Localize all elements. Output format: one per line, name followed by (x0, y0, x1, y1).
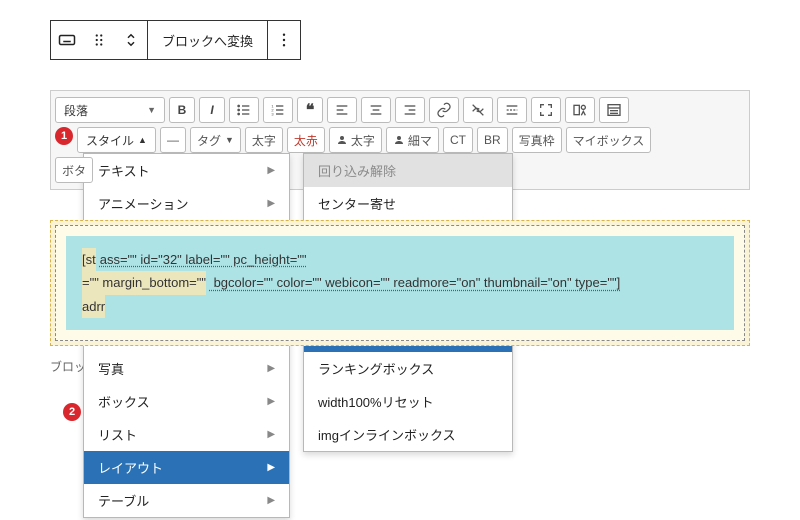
menu-item-list[interactable]: リスト▶ (84, 418, 289, 451)
block-toolbar: ブロックへ変換 (50, 20, 301, 60)
ordered-list-button[interactable]: 123 (263, 97, 293, 123)
menu-item-photo[interactable]: 写真▶ (84, 352, 289, 385)
bold-button[interactable]: B (169, 97, 195, 123)
move-up-down-icon[interactable] (115, 21, 147, 59)
photo-frame-button[interactable]: 写真枠 (512, 127, 562, 153)
chevron-right-icon: ▶ (267, 429, 275, 440)
blockquote-button[interactable]: ❝ (297, 97, 323, 123)
shortcode-prefix-3: adrr (82, 295, 105, 318)
paragraph-select[interactable]: 段落 ▼ (55, 97, 165, 123)
style-dropdown-button[interactable]: スタイル ▲ (77, 127, 156, 153)
toolbar-row-3: ボタ (55, 155, 745, 185)
caret-down-icon: ▼ (225, 135, 234, 145)
hr-button[interactable]: ― (160, 127, 186, 153)
ct-button[interactable]: CT (443, 127, 473, 153)
shortcode-prefix: [st (82, 248, 96, 271)
editor-toolbar: 段落 ▼ B I 123 ❝ 1 スタイル ▲ ― タグ ▼ 太字 太赤 太字 (50, 90, 750, 190)
tag-label: タグ (197, 132, 221, 149)
person-big-button[interactable]: 太字 (329, 127, 382, 153)
menu-item-animation[interactable]: アニメーション▶ (84, 187, 289, 220)
submenu-item-width100reset[interactable]: width100%リセット (304, 385, 512, 418)
special-character-button[interactable] (565, 97, 595, 123)
chevron-right-icon: ▶ (267, 396, 275, 407)
svg-text:3: 3 (271, 111, 274, 116)
chevron-right-icon: ▶ (267, 462, 275, 473)
toolbar-toggle-button[interactable] (599, 97, 629, 123)
unordered-list-button[interactable] (229, 97, 259, 123)
mybox-button[interactable]: マイボックス (566, 127, 652, 153)
submenu-item-img-inline[interactable]: imgインラインボックス (304, 418, 512, 451)
toolbar-row-2: 1 スタイル ▲ ― タグ ▼ 太字 太赤 太字 細マ CT BR 写真枠 マイ… (55, 125, 745, 155)
bigred-button[interactable]: 太赤 (287, 127, 325, 153)
keyboard-icon[interactable] (51, 21, 83, 59)
fullscreen-button[interactable] (531, 97, 561, 123)
align-right-button[interactable] (395, 97, 425, 123)
chevron-right-icon: ▶ (267, 363, 275, 374)
content-block[interactable]: [stass="" id="32" label="" pc_height="" … (55, 225, 745, 341)
align-center-button[interactable] (361, 97, 391, 123)
bigchar-button[interactable]: 太字 (245, 127, 283, 153)
more-options-icon[interactable] (268, 21, 300, 59)
read-more-button[interactable] (497, 97, 527, 123)
submenu-item-center[interactable]: センター寄せ (304, 187, 512, 220)
badge-2: 2 (63, 403, 81, 421)
style-label: スタイル (86, 132, 134, 149)
paragraph-label: 段落 (64, 102, 88, 119)
submenu-item-rankingbox[interactable]: ランキングボックス (304, 352, 512, 385)
menu-item-table[interactable]: テーブル▶ (84, 484, 289, 517)
badge-1: 1 (55, 127, 73, 145)
caret-up-icon: ▲ (138, 135, 147, 145)
link-button[interactable] (429, 97, 459, 123)
tag-dropdown-button[interactable]: タグ ▼ (190, 127, 241, 153)
menu-item-box[interactable]: ボックス▶ (84, 385, 289, 418)
shortcode-prefix-2: ="" margin_bottom="" (82, 271, 206, 294)
chevron-right-icon: ▶ (267, 198, 275, 209)
button-insert[interactable]: ボタ (55, 157, 93, 183)
menu-item-layout[interactable]: レイアウト▶ (84, 451, 289, 484)
person-thin-button[interactable]: 細マ (386, 127, 439, 153)
editor-content: [stass="" id="32" label="" pc_height="" … (50, 220, 750, 346)
drag-handle-icon[interactable] (83, 21, 115, 59)
align-left-button[interactable] (327, 97, 357, 123)
chevron-right-icon: ▶ (267, 495, 275, 506)
italic-button[interactable]: I (199, 97, 225, 123)
transform-to-block-button[interactable]: ブロックへ変換 (148, 21, 267, 59)
card-shortcode: [stass="" id="32" label="" pc_height="" … (66, 236, 734, 330)
toolbar-row-1: 段落 ▼ B I 123 ❝ (55, 95, 745, 125)
unlink-button[interactable] (463, 97, 493, 123)
br-button[interactable]: BR (477, 127, 508, 153)
caret-down-icon: ▼ (147, 105, 156, 115)
